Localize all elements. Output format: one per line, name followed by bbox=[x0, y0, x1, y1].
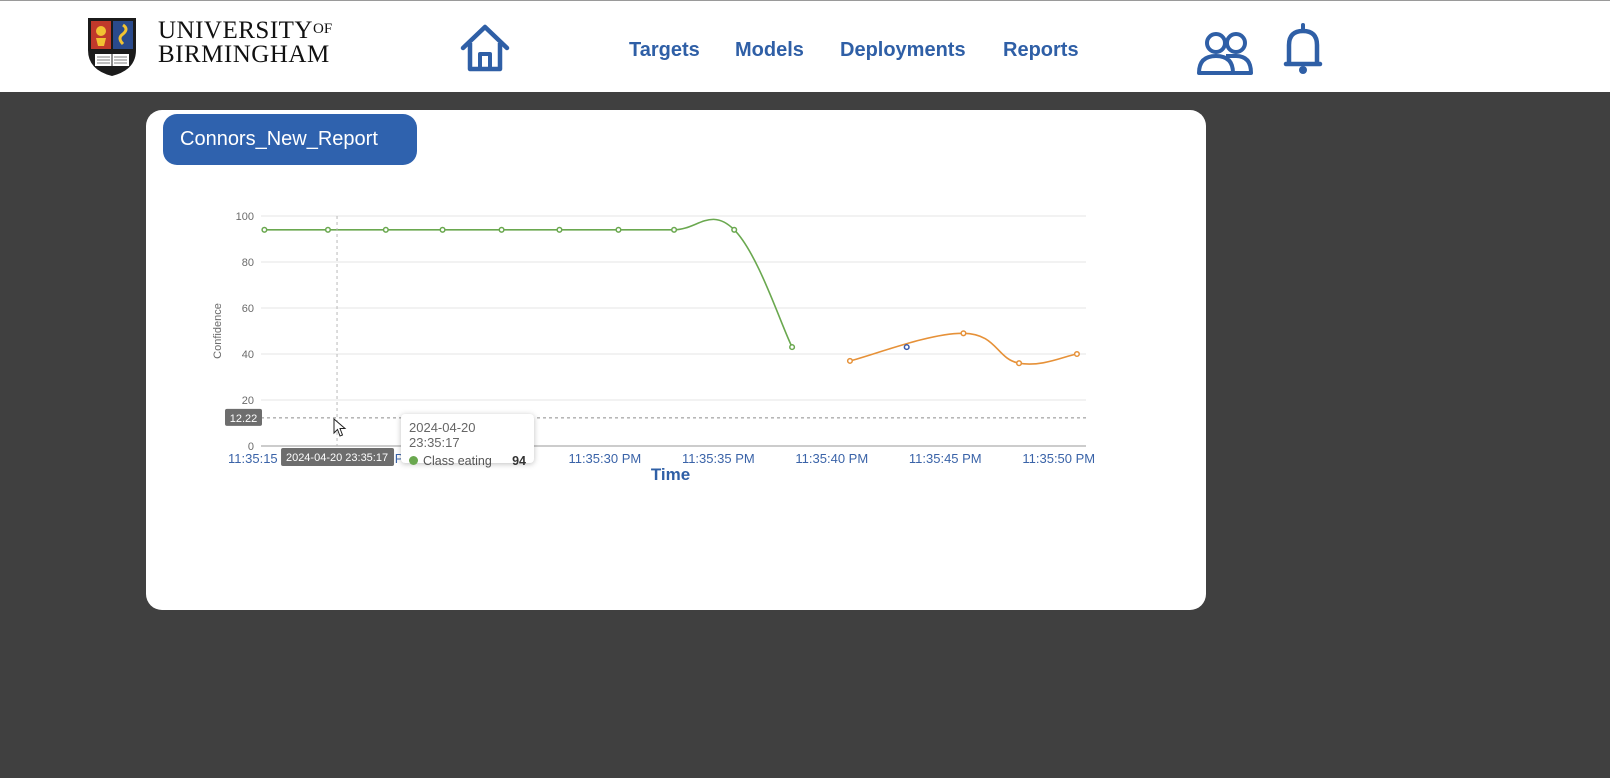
nav-models[interactable]: Models bbox=[735, 39, 804, 62]
y-tick-label: 20 bbox=[242, 395, 254, 407]
series-line-1 bbox=[849, 332, 1078, 365]
data-point bbox=[960, 330, 967, 337]
data-point bbox=[1073, 350, 1080, 358]
x-tick-label: 11:35:40 PM bbox=[795, 451, 868, 466]
y-tick-label: 40 bbox=[242, 349, 254, 361]
y-tick-label: 60 bbox=[242, 303, 254, 315]
data-point bbox=[615, 226, 622, 233]
x-tick-label: 11:35:35 PM bbox=[682, 451, 755, 466]
x-tick-label: 11:35:30 PM bbox=[568, 451, 641, 466]
data-point bbox=[731, 226, 738, 233]
data-point bbox=[556, 226, 563, 233]
mouse-pointer-icon bbox=[333, 418, 347, 437]
data-point bbox=[789, 344, 796, 351]
home-button[interactable] bbox=[459, 23, 511, 73]
x-axis-label: Time bbox=[651, 465, 690, 484]
data-point bbox=[846, 357, 854, 364]
university-name-of: OF bbox=[313, 21, 333, 37]
bell-icon bbox=[1283, 23, 1323, 74]
data-point bbox=[439, 226, 446, 233]
university-crest-icon bbox=[88, 18, 136, 76]
data-point bbox=[498, 226, 505, 233]
y-tick-label: 100 bbox=[236, 211, 254, 223]
nav-targets[interactable]: Targets bbox=[629, 39, 700, 62]
tooltip-series-dot bbox=[409, 456, 418, 465]
data-point bbox=[671, 226, 678, 233]
confidence-line-chart[interactable]: 020406080100Confidence11:35:15 PM11:35:2… bbox=[146, 110, 1206, 610]
data-point bbox=[382, 226, 389, 233]
tooltip-row: Class eating 94 bbox=[409, 454, 526, 468]
top-navbar: UNIVERSITYOF BIRMINGHAM Targets Models D… bbox=[0, 0, 1610, 92]
x-tick-label: 11:35:45 PM bbox=[909, 451, 982, 466]
data-point bbox=[903, 344, 910, 351]
users-button[interactable] bbox=[1196, 29, 1254, 77]
y-tick-label: 80 bbox=[242, 257, 254, 269]
x-tick-label: 11:35:50 PM bbox=[1022, 451, 1095, 466]
data-point bbox=[324, 226, 332, 233]
report-card: Connors_New_Report 0 20 40 60 80 100 Confidenc… bbox=[146, 110, 1206, 610]
data-point bbox=[1015, 360, 1023, 367]
data-point bbox=[261, 226, 268, 233]
nav-deployments[interactable]: Deployments bbox=[840, 39, 966, 62]
crosshair-x-label: 2024-04-20 23:35:17 bbox=[286, 452, 388, 464]
crosshair-y-label: 12.22 bbox=[230, 413, 258, 425]
users-icon bbox=[1197, 32, 1253, 75]
university-name-line1: UNIVERSITY bbox=[158, 17, 313, 44]
nav-reports[interactable]: Reports bbox=[1003, 39, 1079, 62]
home-icon bbox=[460, 24, 510, 72]
university-logo[interactable]: UNIVERSITYOF BIRMINGHAM bbox=[86, 16, 346, 80]
tooltip-value: 94 bbox=[512, 454, 526, 468]
university-name-line2: BIRMINGHAM bbox=[158, 41, 330, 68]
chart-tooltip: 2024-04-20 23:35:17 Class eating 94 bbox=[401, 414, 534, 468]
university-name: UNIVERSITYOF BIRMINGHAM bbox=[158, 17, 332, 67]
y-axis-label: Confidence bbox=[212, 303, 224, 359]
tooltip-series-name: Class eating bbox=[423, 454, 492, 468]
notifications-button[interactable] bbox=[1283, 23, 1325, 75]
series-line-0 bbox=[264, 218, 793, 348]
tooltip-title: 2024-04-20 23:35:17 bbox=[409, 420, 476, 450]
